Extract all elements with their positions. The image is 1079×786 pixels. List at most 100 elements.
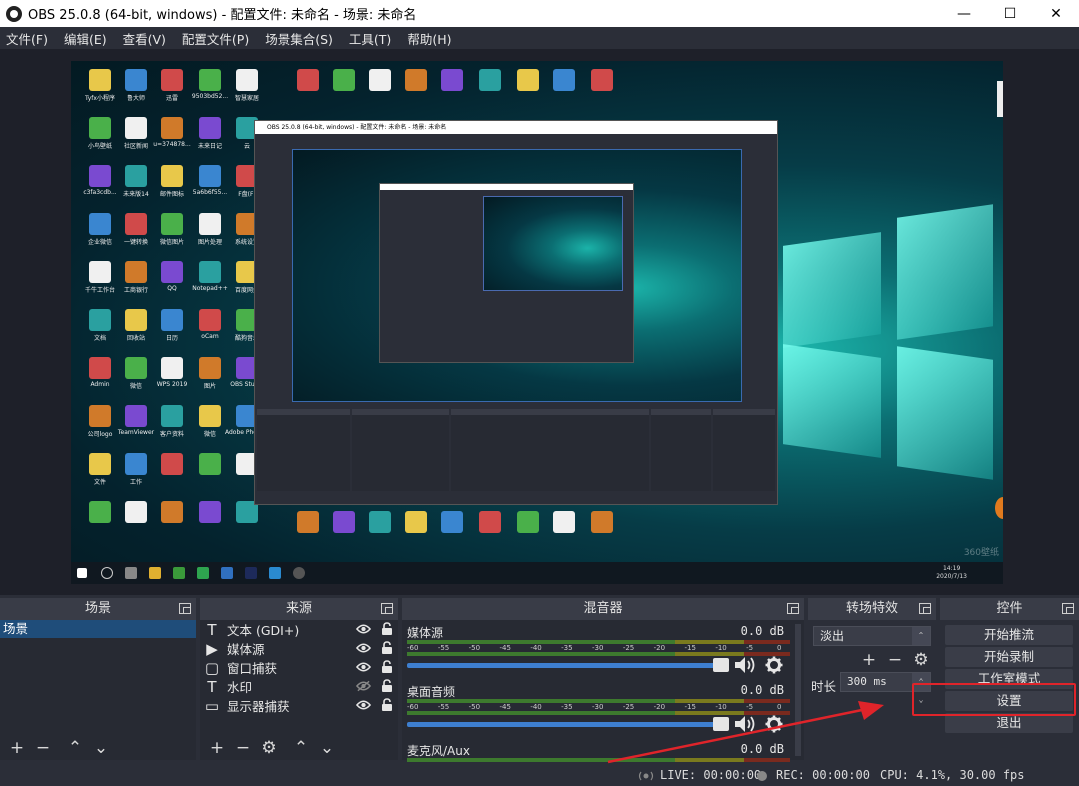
start-streaming-button[interactable]: 开始推流 [945,625,1073,645]
meter-tick-label: -35 [561,644,573,652]
desktop-icon [89,117,111,139]
desktop-icon [199,165,221,187]
desktop-icon [89,357,111,379]
transition-properties-button[interactable]: ⚙ [908,650,934,670]
meter-tick-label: -10 [715,644,727,652]
source-label: 文本 (GDI+) [227,623,300,638]
desktop-icon [199,357,221,379]
preview-canvas[interactable]: Tyfx小程序 鲁大师 迅雷 9503bd52... 智慧家居 小鸟壁纸 社区新闻 u=374… [71,61,1003,584]
add-source-button[interactable]: + [204,738,230,758]
minimize-button[interactable]: — [941,0,987,27]
desktop-icon [125,213,147,235]
channel-name: 麦克风/Aux [407,744,470,758]
mixer-dock-title: 混音器 [402,598,804,620]
float-icon[interactable] [787,603,799,614]
desktop-icon-label: 工作 [129,479,142,486]
add-scene-button[interactable]: + [4,738,30,758]
source-item[interactable]: ▶ 媒体源 [200,639,398,658]
unlock-icon[interactable] [381,698,393,712]
source-properties-button[interactable]: ⚙ [256,738,282,758]
move-source-down-button[interactable]: ⌄ [314,738,340,758]
scenes-dock-title: 场景 [0,598,196,620]
meter-tick-label: -20 [653,644,666,652]
maximize-button[interactable]: ☐ [987,0,1033,27]
desktop-icon [161,405,183,427]
menu-edit[interactable]: 编辑(E) [64,29,107,48]
app-icon [221,567,233,579]
eye-icon[interactable] [356,699,371,711]
meter-tick-label: -45 [499,703,511,711]
desktop-icon [125,69,147,91]
move-scene-up-button[interactable]: ⌃ [62,738,88,758]
desktop-icon [199,309,221,331]
taskbar-clock: 14:19 2020/7/13 [936,565,967,580]
nested-title: OBS 25.0.8 (64-bit, windows) - 配置文件: 未命名… [255,121,777,134]
annotation-arrow [607,701,884,764]
eye-hidden-icon[interactable] [356,680,371,692]
eye-icon[interactable] [356,642,371,654]
nested-preview-3 [483,196,623,291]
move-scene-down-button[interactable]: ⌄ [88,738,114,758]
source-item[interactable]: T 文本 (GDI+) [200,620,398,639]
desktop-icon [125,405,147,427]
source-list: T 文本 (GDI+) ▶ 媒体源 ▢ 窗口捕获 T 水印 ▭ 显示器捕获 [200,620,398,715]
menu-profile[interactable]: 配置文件(P) [182,29,249,48]
meter-tick-label: -55 [437,703,450,711]
menu-tools[interactable]: 工具(T) [349,29,391,48]
meter-tick-label: -45 [499,644,511,652]
monitor-icon: ▭ [204,696,220,715]
source-item[interactable]: T 水印 [200,677,398,696]
desktop-icon [297,69,319,91]
volume-slider[interactable] [407,663,725,668]
remove-source-button[interactable]: − [230,738,256,758]
menu-file[interactable]: 文件(F) [6,29,48,48]
desktop-icon [161,117,183,139]
float-icon[interactable] [919,603,931,614]
gear-icon[interactable] [765,656,783,674]
float-icon[interactable] [1062,603,1074,614]
mixer-channel: 媒体源 0.0 dB -60 -55 -50 -45 -40 -35 -30 -25 -20 -15-… [407,624,790,676]
volume-slider-handle[interactable] [713,658,729,672]
meter-tick-label: -40 [530,703,542,711]
transition-select[interactable]: 淡出 ⌃ ⌄ [813,626,931,658]
desktop-icon [441,511,463,533]
scene-item[interactable]: 场景 [0,620,196,638]
source-item[interactable]: ▢ 窗口捕获 [200,658,398,677]
desktop-icon [479,69,501,91]
desktop-icon [161,501,183,523]
speaker-icon[interactable] [733,656,757,674]
unlock-icon[interactable] [381,641,393,655]
float-icon[interactable] [179,603,191,614]
sources-dock: 来源 T 文本 (GDI+) ▶ 媒体源 ▢ 窗口捕获 T 水印 ▭ 显示器捕获 + − ⚙ ⌃ … [200,598,398,760]
unlock-icon[interactable] [381,622,393,636]
desktop-icon [517,69,539,91]
eye-icon[interactable] [356,623,371,635]
move-source-up-button[interactable]: ⌃ [288,738,314,758]
desktop-icon [161,213,183,235]
text-icon: T [207,620,217,639]
desktop-icon [125,501,147,523]
add-transition-button[interactable]: + [856,650,882,670]
meter-tick-label: -55 [437,644,450,652]
remove-transition-button[interactable]: − [882,650,908,670]
float-icon[interactable] [381,603,393,614]
source-item[interactable]: ▭ 显示器捕获 [200,696,398,715]
menu-scene-collection[interactable]: 场景集合(S) [265,29,333,48]
task-view-icon [125,567,137,579]
meter-tick-label: -25 [622,644,635,652]
remove-scene-button[interactable]: − [30,738,56,758]
close-button[interactable]: ✕ [1033,0,1079,27]
eye-icon[interactable] [356,661,371,673]
desktop-icon [199,261,221,283]
menu-help[interactable]: 帮助(H) [407,29,451,48]
status-bar: LIVE: 00:00:00 REC: 00:00:00 CPU: 4.1%, … [0,765,1079,786]
menu-view[interactable]: 查看(V) [123,29,166,48]
exit-button[interactable]: 退出 [945,713,1073,733]
desktop-icon [125,261,147,283]
start-recording-button[interactable]: 开始录制 [945,647,1073,667]
desktop-icon [591,511,613,533]
desktop-icon [199,69,221,91]
wechat-icon [197,567,209,579]
unlock-icon[interactable] [381,679,393,693]
unlock-icon[interactable] [381,660,393,674]
